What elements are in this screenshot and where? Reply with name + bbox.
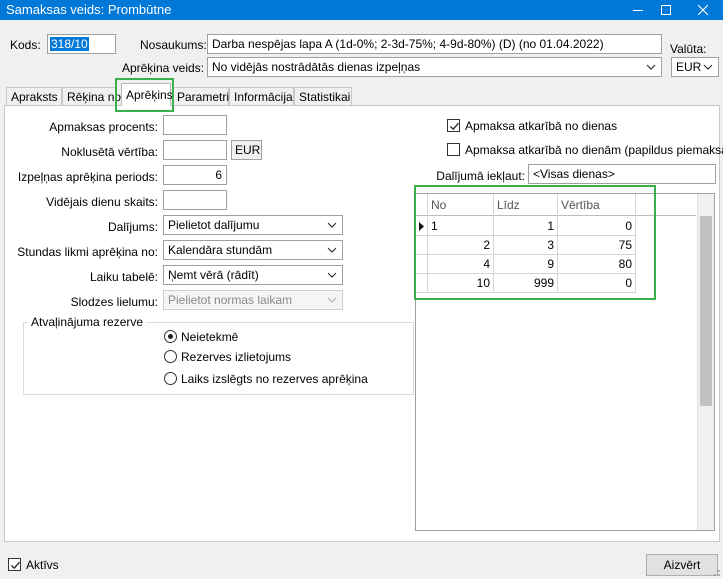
close-icon (698, 5, 708, 15)
row-header[interactable] (416, 255, 428, 274)
title-bar: Samaksas veids: Prombūtne (0, 0, 723, 20)
grid-cell[interactable]: 80 (558, 255, 636, 274)
grid-cell[interactable]: 2 (428, 236, 494, 255)
aprekina-veids-label: Aprēķina veids: (121, 61, 204, 75)
dalijums-label: Dalījums: (107, 220, 158, 234)
grid-cell[interactable]: 75 (558, 236, 636, 255)
valuta-value: EUR (676, 60, 702, 74)
stundas-likmi-select[interactable]: Kalendāra stundām (163, 240, 343, 260)
dalijuma-ieklaut-input[interactable]: <Visas dienas> (528, 164, 716, 184)
radio-selected-dot (168, 334, 173, 339)
currency-button[interactable]: EUR (231, 140, 262, 160)
izpelnas-periods-label: Izpeļņas aprēķina periods: (17, 170, 158, 184)
checkbox-apmaksa-dienas[interactable] (447, 119, 460, 132)
grid-corner (416, 194, 428, 216)
row-header[interactable] (416, 236, 428, 255)
grid-cell[interactable]: 999 (494, 274, 558, 293)
close-button[interactable]: Aizvērt (646, 554, 718, 576)
nosaukums-field[interactable]: Darba nespējas lapa A (1d-0%; 2-3d-75%; … (207, 34, 662, 54)
slodzes-lielumu-select: Pielietot normas laikam (163, 290, 343, 310)
grid-scrollbar[interactable] (697, 194, 714, 530)
chevron-down-icon (327, 272, 337, 278)
reserve-group-title: Atvaļinājuma rezerve (28, 315, 147, 329)
stundas-likmi-value: Kalendāra stundām (168, 243, 273, 257)
maximize-icon (661, 5, 671, 15)
radio-neietekme[interactable] (164, 330, 177, 343)
grid-cell[interactable]: 1 (494, 217, 558, 236)
chevron-down-icon (327, 222, 337, 228)
window-title: Samaksas veids: Prombūtne (6, 2, 172, 17)
slodzes-lielumu-value: Pielietot normas laikam (168, 293, 293, 307)
tab-informacija[interactable]: Informācija (229, 87, 294, 105)
tab-aprekins[interactable]: Aprēķins (121, 83, 173, 106)
radio-rezerves-izlietojums-label: Rezerves izlietojums (181, 350, 292, 364)
stundas-likmi-label: Stundas likmi aprēķina no: (17, 245, 158, 259)
col-header-lidz[interactable]: Līdz (494, 194, 558, 216)
valuta-select[interactable]: EUR (671, 57, 719, 77)
apmaksas-procents-input[interactable] (163, 115, 227, 135)
chevron-down-icon (646, 64, 656, 70)
close-window-button[interactable] (686, 0, 720, 20)
tab-statistikai[interactable]: Statistikai (294, 87, 352, 105)
tab-rekina-no[interactable]: Rēķina no (62, 87, 121, 105)
minimize-icon (633, 10, 643, 11)
dalijums-value: Pielietot dalījumu (168, 218, 260, 232)
aprekina-veids-value: No vidējās nostrādātās dienas izpeļņas (212, 60, 421, 74)
col-header-vertiba[interactable]: Vērtība (558, 194, 636, 216)
nokluseta-vertiba-input[interactable] (163, 140, 227, 160)
slodzes-lielumu-label: Slodzes lielumu: (70, 295, 158, 309)
grid-cell[interactable]: 9 (494, 255, 558, 274)
col-header-no[interactable]: No (428, 194, 494, 216)
grid-cell[interactable]: 0 (558, 217, 636, 236)
radio-laiks-izslegts-label: Laiks izslēgts no rezerves aprēķina (181, 372, 368, 386)
radio-laiks-izslegts[interactable] (164, 372, 177, 385)
chevron-down-icon (327, 297, 337, 303)
dalijuma-ieklaut-label: Dalījumā iekļaut: (436, 169, 525, 183)
videjais-dienu-label: Vidējais dienu skaits: (46, 195, 158, 209)
chevron-down-icon (703, 64, 713, 70)
kods-field[interactable]: 318/10 (47, 34, 116, 54)
grid-cell[interactable]: 10 (428, 274, 494, 293)
kods-value: 318/10 (50, 37, 89, 51)
checkbox-apmaksa-dienam-label: Apmaksa atkarībā no dienām (papildus pie… (465, 143, 723, 157)
apmaksas-procents-label: Apmaksas procents: (49, 120, 158, 134)
nokluseta-vertiba-label: Noklusētā vērtība: (61, 145, 158, 159)
radio-rezerves-izlietojums[interactable] (164, 350, 177, 363)
nosaukums-label: Nosaukums: (140, 38, 207, 52)
laiku-tabele-value: Ņemt vērā (rādīt) (168, 268, 259, 282)
grid-cell[interactable]: 4 (428, 255, 494, 274)
grid-cell[interactable]: 1 (428, 217, 494, 236)
valuta-label: Valūta: (670, 42, 707, 56)
checkmark-icon (450, 122, 459, 131)
checkbox-apmaksa-dienas-label: Apmaksa atkarībā no dienas (465, 119, 618, 133)
aprekina-veids-select[interactable]: No vidējās nostrādātās dienas izpeļņas (207, 57, 662, 77)
row-header[interactable] (416, 217, 428, 236)
grid-cell[interactable]: 0 (558, 274, 636, 293)
grid-cell[interactable]: 3 (494, 236, 558, 255)
checkbox-apmaksa-dienam[interactable] (447, 143, 460, 156)
radio-neietekme-label: Neietekmē (181, 330, 239, 344)
checkbox-aktivs[interactable] (8, 558, 21, 571)
tab-parametri[interactable]: Parametri (172, 87, 229, 105)
chevron-down-icon (327, 247, 337, 253)
grid-scrollbar-thumb[interactable] (700, 216, 712, 406)
maximize-button[interactable] (649, 0, 683, 20)
videjais-dienu-input[interactable] (163, 190, 227, 210)
kods-label: Kods: (10, 38, 41, 52)
checkmark-icon (11, 561, 20, 570)
laiku-tabele-label: Laiku tabelē: (89, 270, 158, 284)
row-pointer-icon (419, 222, 424, 231)
row-header[interactable] (416, 274, 428, 293)
tab-apraksts[interactable]: Apraksts (6, 87, 62, 105)
checkbox-aktivs-label: Aktīvs (26, 558, 59, 572)
dalijums-select[interactable]: Pielietot dalījumu (163, 215, 343, 235)
resize-grip-icon[interactable] (709, 565, 721, 577)
izpelnas-periods-input[interactable]: 6 (163, 165, 227, 185)
laiku-tabele-select[interactable]: Ņemt vērā (rādīt) (163, 265, 343, 285)
